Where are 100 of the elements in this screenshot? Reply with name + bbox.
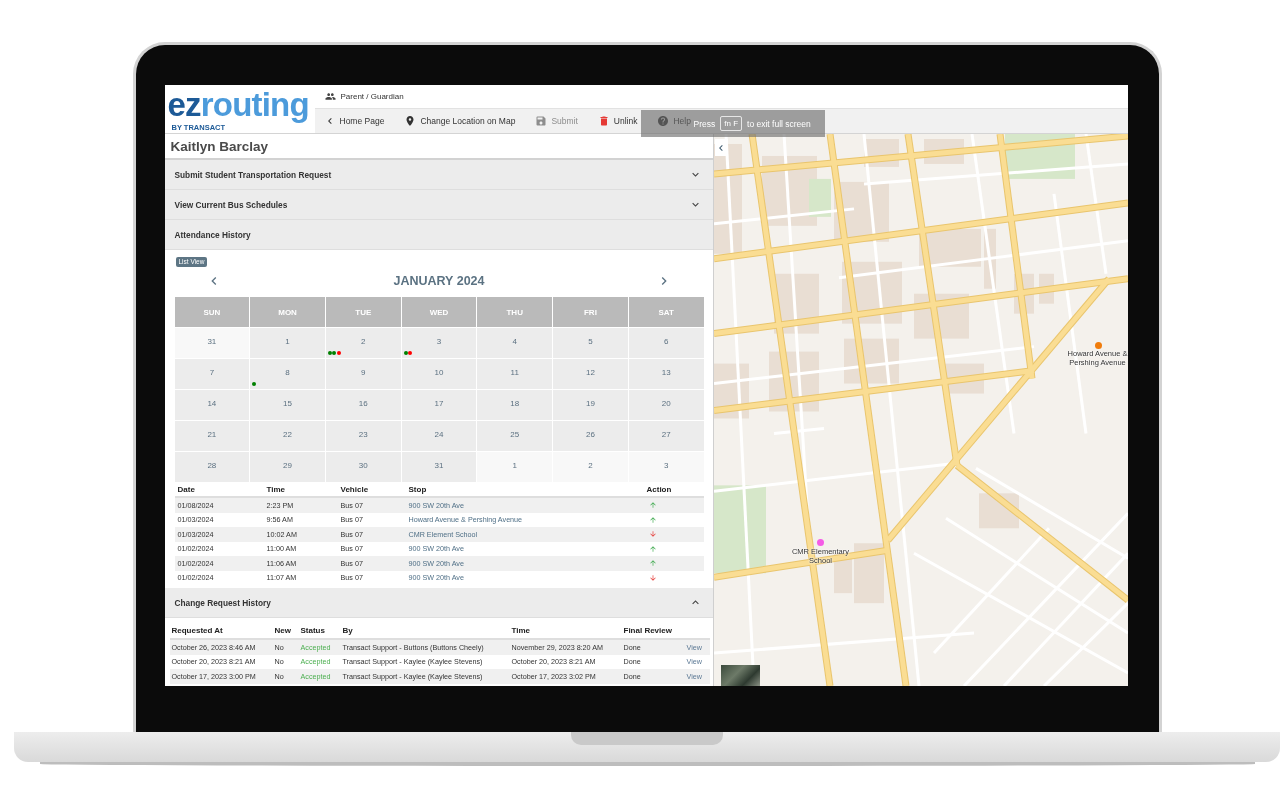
calendar-cell[interactable]: 8 [250, 359, 325, 389]
column-header: Status [300, 626, 326, 635]
day-number: 14 [207, 398, 217, 408]
calendar-cell[interactable]: 31 [174, 328, 250, 358]
day-number: 2 [588, 460, 593, 470]
day-number: 31 [434, 460, 444, 470]
day-number: 29 [283, 460, 292, 470]
help-icon [657, 115, 670, 127]
calendar-cell[interactable]: 2 [553, 452, 628, 482]
day-number: 13 [661, 367, 671, 377]
calendar-cell[interactable]: 16 [325, 390, 401, 420]
section-header[interactable]: Attendance History [164, 220, 713, 250]
column-header: By [342, 626, 354, 635]
help-button[interactable]: Help [657, 115, 691, 127]
day-number: 1 [512, 460, 517, 470]
day-number: 15 [283, 398, 292, 408]
day-number: 26 [585, 429, 595, 439]
calendar-cell[interactable]: 6 [628, 328, 704, 358]
calendar-cell[interactable]: 14 [174, 390, 250, 420]
calendar-cell[interactable]: 29 [250, 452, 325, 482]
calendar-cell[interactable]: 25 [477, 421, 553, 451]
users-icon [324, 91, 336, 102]
save-icon [535, 115, 548, 127]
weekday-header: WED [401, 297, 477, 327]
day-number: 3 [663, 460, 669, 470]
column-header: Final Review [623, 626, 673, 635]
calendar-cell[interactable]: 10 [401, 359, 477, 389]
map-marker-icon[interactable] [1094, 342, 1102, 349]
calendar-cell[interactable]: 22 [250, 421, 325, 451]
calendar-cell[interactable]: 17 [401, 390, 477, 420]
day-number: 3 [436, 336, 442, 346]
day-number: 6 [663, 336, 669, 346]
day-number: 31 [207, 336, 217, 346]
home-page-button[interactable]: Home Page [323, 115, 385, 127]
calendar-cell[interactable]: 28 [174, 452, 250, 482]
day-number: 27 [661, 429, 671, 439]
day-number: 25 [510, 429, 520, 439]
map-marker-icon[interactable] [816, 539, 824, 546]
calendar-cell[interactable]: 26 [553, 421, 628, 451]
notice-text: to exit full screen [747, 118, 811, 129]
day-number: 18 [510, 398, 520, 408]
day-number: 17 [434, 398, 444, 408]
weekday-header: TUE [325, 297, 401, 327]
calendar-cell[interactable]: 31 [401, 452, 477, 482]
column-header: Requested At [171, 626, 224, 635]
column-header: Vehicle [340, 484, 370, 494]
calendar-cell[interactable]: 5 [553, 328, 628, 358]
role-label: Parent / Guardian [340, 92, 404, 101]
calendar-cell[interactable]: 2 [325, 328, 401, 358]
day-number: 4 [512, 336, 517, 346]
weekday-header: SAT [628, 297, 704, 327]
calendar-cell[interactable]: 20 [628, 390, 704, 420]
calendar-cell[interactable]: 12 [553, 359, 628, 389]
calendar-cell[interactable]: 9 [325, 359, 401, 389]
calendar-cell[interactable]: 15 [250, 390, 325, 420]
calendar-cell[interactable]: 23 [325, 421, 401, 451]
notice-text: Press [693, 118, 716, 129]
day-number: 28 [207, 460, 217, 470]
calendar-cell[interactable]: 30 [325, 452, 401, 482]
calendar-cell[interactable]: 27 [628, 421, 704, 451]
column-header: New [274, 626, 292, 635]
change-location-button[interactable]: Change Location on Map [404, 115, 516, 127]
calendar-cell[interactable]: 3 [628, 452, 704, 482]
calendar-cell[interactable]: 18 [477, 390, 553, 420]
calendar-cell[interactable]: 19 [553, 390, 628, 420]
day-number: 19 [585, 398, 595, 408]
calendar-cell[interactable]: 11 [477, 359, 553, 389]
weekday-header: FRI [553, 297, 628, 327]
section-header[interactable]: View Current Bus Schedules [164, 190, 713, 220]
unlink-button[interactable]: Unlink [597, 115, 638, 127]
calendar-cell[interactable]: 7 [174, 359, 250, 389]
calendar-cell[interactable]: 24 [401, 421, 477, 451]
calendar-cell[interactable]: 4 [477, 328, 553, 358]
column-header: Stop [408, 484, 428, 494]
calendar-cell[interactable]: 13 [628, 359, 704, 389]
day-number: 16 [358, 398, 368, 408]
shortcut-key: fn F [720, 116, 742, 131]
day-number: 22 [283, 429, 292, 439]
day-number: 5 [588, 336, 593, 346]
day-number: 1 [285, 336, 290, 346]
day-number: 21 [207, 429, 217, 439]
month-title: JANUARY 2024 [393, 274, 485, 288]
calendar-cell[interactable]: 21 [174, 421, 250, 451]
satellite-layer-button[interactable] [720, 665, 760, 686]
day-number: 12 [585, 367, 595, 377]
calendar-cell[interactable]: 1 [250, 328, 325, 358]
day-number: 8 [285, 367, 290, 377]
calendar-cell[interactable]: 3 [401, 328, 477, 358]
section-header[interactable]: Change Request History [164, 588, 713, 618]
day-number: 24 [434, 429, 444, 439]
day-number: 11 [510, 367, 519, 377]
day-number: 20 [661, 398, 671, 408]
day-number: 30 [358, 460, 368, 470]
calendar-cell[interactable]: 1 [477, 452, 553, 482]
section-header[interactable]: Submit Student Transportation Request [164, 160, 713, 190]
weekday-header: MON [250, 297, 325, 327]
column-header: Action [646, 484, 673, 494]
weekday-header: THU [477, 297, 553, 327]
day-number: 2 [361, 336, 366, 346]
weekday-header: SUN [174, 297, 250, 327]
